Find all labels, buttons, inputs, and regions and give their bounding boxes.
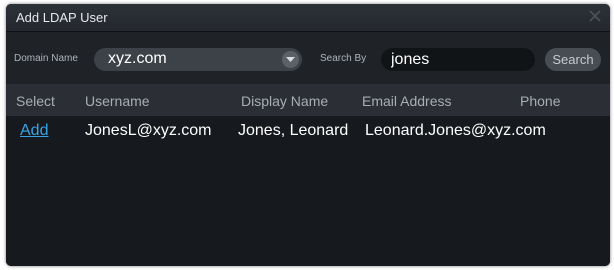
column-header-display-name: Display Name — [241, 93, 329, 109]
column-header-username: Username — [85, 93, 150, 109]
column-header-select: Select — [16, 93, 55, 109]
cell-email-address: Leonard.Jones@xyz.com — [365, 122, 546, 139]
table-header: Select Username Display Name Email Addre… — [6, 84, 610, 116]
close-icon[interactable] — [588, 9, 602, 23]
cell-username: JonesL@xyz.com — [85, 122, 212, 139]
add-user-link[interactable]: Add — [20, 122, 48, 140]
chevron-down-icon[interactable] — [282, 51, 299, 68]
search-toolbar: Domain Name xyz.com Search By Search — [6, 32, 610, 84]
add-ldap-user-dialog: Add LDAP User Domain Name xyz.com Search… — [6, 4, 610, 266]
search-button[interactable]: Search — [545, 48, 601, 71]
search-input[interactable] — [381, 48, 535, 71]
search-by-label: Search By — [320, 53, 367, 64]
column-header-phone: Phone — [520, 93, 561, 109]
results-table: Add JonesL@xyz.com Jones, Leonard Leonar… — [6, 116, 610, 266]
domain-name-label: Domain Name — [14, 53, 78, 64]
table-row: Add JonesL@xyz.com Jones, Leonard Leonar… — [6, 116, 610, 142]
column-header-email-address: Email Address — [362, 93, 452, 109]
dialog-title: Add LDAP User — [16, 10, 108, 25]
domain-select[interactable]: xyz.com — [94, 48, 302, 71]
cell-display-name: Jones, Leonard — [238, 122, 349, 139]
domain-select-value: xyz.com — [108, 50, 167, 67]
title-bar: Add LDAP User — [6, 4, 610, 32]
